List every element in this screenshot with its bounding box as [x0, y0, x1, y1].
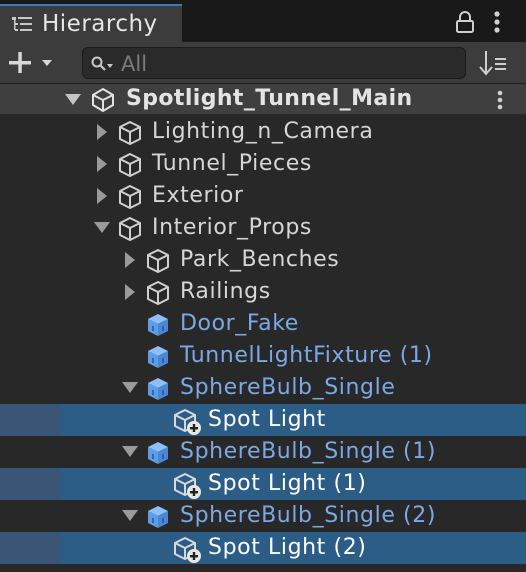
- window-tab-bar: Hierarchy: [0, 0, 526, 42]
- hierarchy-list-icon: [11, 15, 35, 41]
- tree-row[interactable]: SphereBulb_Single: [0, 372, 526, 404]
- added-gameobject-icon: [173, 472, 201, 499]
- search-input[interactable]: [119, 50, 453, 78]
- collapse-arrow-icon[interactable]: [92, 212, 112, 244]
- tree-item-label: Spot Light (1): [208, 471, 367, 496]
- gameobject-cube-icon: [117, 216, 143, 242]
- gameobject-cube-icon: [145, 280, 171, 306]
- scene-menu-icon[interactable]: [494, 90, 506, 114]
- hierarchy-toolbar: [0, 42, 526, 84]
- expand-arrow-icon[interactable]: [64, 90, 82, 112]
- gameobject-cube-icon: [117, 184, 143, 210]
- tree-row[interactable]: Spot Light: [0, 404, 526, 436]
- search-icon: [91, 55, 115, 77]
- tree-item-label: SphereBulb_Single (2): [180, 503, 437, 528]
- tree-item-label: SphereBulb_Single: [180, 375, 396, 400]
- prefab-cube-icon: [145, 344, 171, 370]
- prefab-cube-icon: [145, 440, 171, 466]
- selection-strip: [0, 404, 60, 436]
- collapse-arrow-icon[interactable]: [120, 500, 140, 532]
- scene-header-row[interactable]: Spotlight_Tunnel_Main: [0, 84, 526, 114]
- gameobject-cube-icon: [117, 152, 143, 178]
- expand-arrow-icon[interactable]: [92, 148, 112, 180]
- selection-strip: [0, 468, 60, 500]
- sort-icon[interactable]: [478, 49, 508, 81]
- tree-item-label: Tunnel_Pieces: [152, 151, 312, 176]
- tree-item-label: Railings: [180, 279, 271, 304]
- tree-row[interactable]: SphereBulb_Single (1): [0, 436, 526, 468]
- tree-row[interactable]: Tunnel_Pieces: [0, 148, 526, 180]
- hierarchy-tab[interactable]: Hierarchy: [0, 4, 182, 42]
- tree-row[interactable]: Lighting_n_Camera: [0, 116, 526, 148]
- prefab-cube-icon: [145, 312, 171, 338]
- plus-icon: [9, 52, 52, 73]
- create-button[interactable]: [6, 50, 62, 76]
- tree-row[interactable]: Park_Benches: [0, 244, 526, 276]
- tree-row[interactable]: SphereBulb_Single (2): [0, 500, 526, 532]
- tree-row[interactable]: Exterior: [0, 180, 526, 212]
- prefab-cube-icon: [145, 376, 171, 402]
- tree-item-label: Spot Light: [208, 407, 326, 432]
- expand-arrow-icon[interactable]: [92, 180, 112, 212]
- tree-row[interactable]: Interior_Props: [0, 212, 526, 244]
- unity-logo-icon: [90, 87, 116, 117]
- tree-row[interactable]: TunnelLightFixture (1): [0, 340, 526, 372]
- tree-row[interactable]: Spot Light (2): [0, 532, 526, 564]
- tree-item-label: Lighting_n_Camera: [152, 119, 374, 144]
- tree-row[interactable]: Spot Light (1): [0, 468, 526, 500]
- tree-row[interactable]: Door_Fake: [0, 308, 526, 340]
- gameobject-cube-icon: [117, 120, 143, 146]
- expand-arrow-icon[interactable]: [92, 116, 112, 148]
- collapse-arrow-icon[interactable]: [120, 436, 140, 468]
- gameobject-cube-icon: [145, 248, 171, 274]
- added-gameobject-icon: [173, 408, 201, 435]
- tree-item-label: Park_Benches: [180, 247, 340, 272]
- tree-item-label: Interior_Props: [152, 215, 312, 240]
- expand-arrow-icon[interactable]: [120, 276, 140, 308]
- tree-item-label: Door_Fake: [180, 311, 299, 336]
- tree-item-label: Exterior: [152, 183, 244, 208]
- tab-title: Hierarchy: [42, 11, 158, 37]
- expand-arrow-icon[interactable]: [120, 244, 140, 276]
- added-gameobject-icon: [173, 536, 201, 563]
- tree-item-label: TunnelLightFixture (1): [180, 343, 433, 368]
- kebab-menu-icon[interactable]: [490, 10, 504, 38]
- tree-item-label: Spot Light (2): [208, 535, 367, 560]
- tree-item-label: SphereBulb_Single (1): [180, 439, 437, 464]
- scene-name: Spotlight_Tunnel_Main: [126, 86, 413, 111]
- search-field[interactable]: [82, 47, 466, 79]
- lock-icon[interactable]: [455, 11, 475, 37]
- prefab-cube-icon: [145, 504, 171, 530]
- collapse-arrow-icon[interactable]: [120, 372, 140, 404]
- tree-row[interactable]: Railings: [0, 276, 526, 308]
- selection-strip: [0, 532, 60, 564]
